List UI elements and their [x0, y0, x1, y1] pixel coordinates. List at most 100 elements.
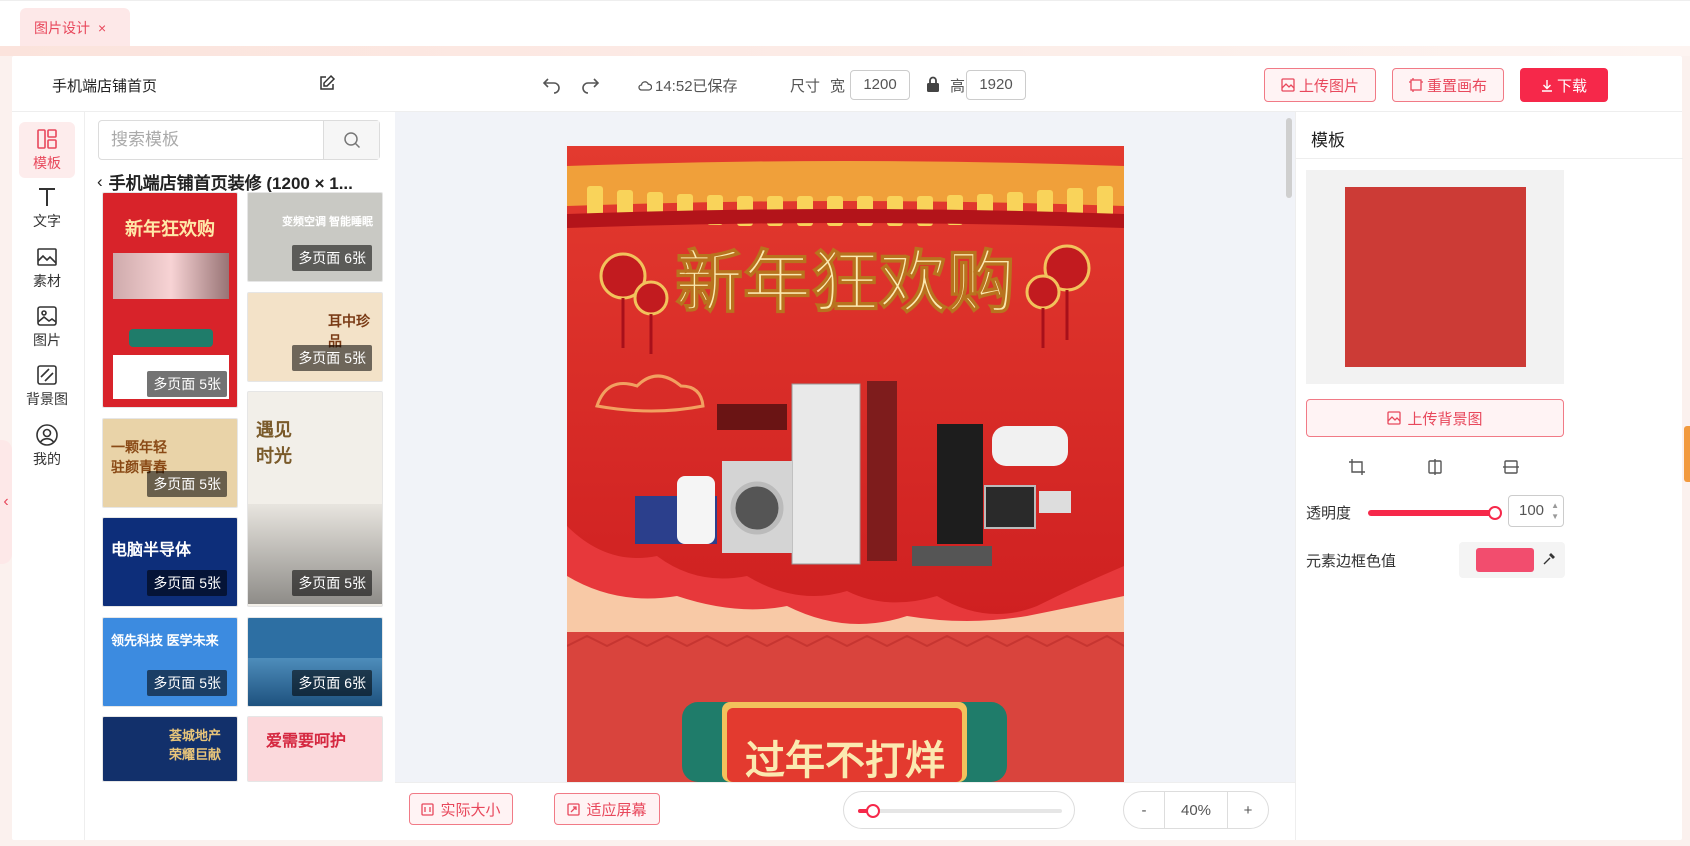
rail-item-background[interactable]: 背景图 [19, 358, 75, 414]
user-icon [36, 424, 58, 446]
template-icon [37, 129, 57, 149]
breadcrumb-label: 手机端店铺首页装修 (1200 × 1... [108, 174, 353, 193]
actual-size-button[interactable]: 实际大小 [409, 793, 513, 825]
template-title: 变频空调 智能睡眠 [282, 216, 374, 228]
flip-vertical-icon[interactable] [1502, 458, 1520, 476]
flip-horizontal-icon[interactable] [1426, 458, 1444, 476]
rail-label-text: 文字 [33, 213, 61, 229]
template-badge: 多页面 6张 [292, 670, 372, 696]
picture-icon [1387, 411, 1402, 425]
tab-close-icon[interactable]: × [98, 20, 106, 36]
redo-icon[interactable] [580, 74, 600, 94]
template-search [98, 120, 380, 160]
template-item[interactable]: 新年狂欢购 多页面 5张 [102, 192, 238, 408]
reset-canvas-button[interactable]: 重置画布 [1392, 68, 1504, 102]
template-badge: 多页面 5张 [147, 471, 227, 497]
artboard-bottom-text: 过年不打烊 [745, 738, 945, 782]
tab-label: 图片设计 [34, 19, 90, 36]
download-label: 下载 [1556, 77, 1587, 95]
template-item[interactable]: 遇见 时光 多页面 5张 [247, 391, 383, 607]
background-icon [37, 365, 57, 385]
template-item[interactable]: 领先科技 医学未来 多页面 5张 [102, 617, 238, 707]
template-badge: 多页面 6张 [292, 245, 372, 271]
template-badge: 多页面 5张 [292, 570, 372, 596]
height-input[interactable]: 1920 [966, 70, 1026, 100]
properties-panel: 模板 上传背景图 透明度 100 ▲ ▼ 元素边框色值 [1295, 112, 1683, 840]
rail-label-template: 模板 [33, 155, 61, 171]
reset-canvas-label: 重置画布 [1426, 77, 1487, 95]
fit-screen-label: 适应屏幕 [586, 801, 647, 819]
crop-icon[interactable] [1348, 458, 1366, 476]
zoom-out-button[interactable]: - [1124, 792, 1164, 828]
opacity-slider-track[interactable] [1368, 510, 1496, 516]
template-panel: ‹ 手机端店铺首页装修 (1200 × 1... 新年狂欢购 多页面 5张 一颗… [84, 112, 394, 840]
undo-icon[interactable] [542, 74, 562, 94]
template-badge: 多页面 5张 [147, 371, 227, 397]
zoom-in-button[interactable]: + [1228, 792, 1268, 828]
search-input[interactable] [99, 121, 343, 159]
template-item[interactable]: 一颗年轻 驻颜青春 多页面 5张 [102, 418, 238, 508]
opacity-input[interactable]: 100 ▲ ▼ [1508, 495, 1564, 527]
text-icon [39, 188, 55, 206]
picture-icon [1281, 78, 1295, 92]
download-button[interactable]: 下载 [1520, 68, 1608, 102]
bottom-bar: 实际大小 适应屏幕 - 40% + [395, 782, 1295, 840]
header-band [0, 46, 1690, 56]
template-item[interactable]: 变频空调 智能睡眠 多页面 6张 [247, 192, 383, 282]
actual-size-icon [421, 802, 435, 816]
cloud-icon [638, 80, 652, 91]
rail-item-material[interactable]: 素材 [19, 240, 75, 296]
eyedropper-icon[interactable] [1542, 552, 1556, 566]
reset-frame-icon [1408, 78, 1423, 92]
opacity-label: 透明度 [1306, 505, 1352, 522]
left-rail: 模板 文字 素材 图片 背景图 我的 ‹ [0, 112, 82, 840]
canvas-area[interactable]: 新年狂欢购 过年不打烊 [395, 112, 1295, 782]
border-color-swatch[interactable] [1476, 548, 1534, 572]
artboard[interactable]: 新年狂欢购 过年不打烊 [567, 146, 1124, 782]
rail-item-image[interactable]: 图片 [19, 299, 75, 355]
edge-feedback-tab[interactable] [1684, 426, 1690, 482]
template-title: 领先科技 医学未来 [111, 633, 219, 648]
fit-screen-button[interactable]: 适应屏幕 [554, 793, 660, 825]
background-preview-image [1345, 187, 1526, 367]
opacity-spinner-icon[interactable]: ▲ ▼ [1551, 500, 1559, 522]
template-item[interactable]: 荟城地产 荣耀巨献 [102, 716, 238, 782]
opacity-slider-knob[interactable] [1488, 506, 1502, 520]
panel-divider [1296, 158, 1683, 159]
template-title: 荟城地产 荣耀巨献 [169, 728, 222, 762]
edit-icon[interactable] [318, 74, 336, 92]
upload-background-button[interactable]: 上传背景图 [1306, 399, 1564, 437]
template-badge: 多页面 5张 [147, 670, 227, 696]
project-title: 手机端店铺首页 [52, 78, 158, 95]
template-item[interactable]: 爱需要呵护 [247, 716, 383, 782]
rail-item-text[interactable]: 文字 [19, 180, 75, 236]
template-item[interactable]: 耳中珍品 多页面 5张 [247, 292, 383, 382]
border-color-label: 元素边框色值 [1306, 553, 1397, 570]
zoom-slider-knob[interactable] [866, 804, 881, 818]
rail-label-background: 背景图 [26, 391, 68, 407]
upload-image-button[interactable]: 上传图片 [1264, 68, 1376, 102]
width-input[interactable]: 1200 [850, 70, 910, 100]
rail-item-mine[interactable]: 我的 [19, 418, 75, 474]
template-title: 遇见 时光 [256, 420, 292, 466]
opacity-value: 100 [1519, 502, 1545, 519]
editor-frame: 手机端店铺首页 14:52已保存 尺寸 宽 1200 高 1920 上传图片 重… [0, 56, 1683, 840]
breadcrumb[interactable]: ‹ 手机端店铺首页装修 (1200 × 1... [97, 169, 387, 194]
border-color-picker[interactable] [1459, 542, 1565, 578]
search-button[interactable] [323, 121, 379, 159]
template-item[interactable]: 多页面 6张 [247, 617, 383, 707]
rail-collapse-handle[interactable]: ‹ [0, 440, 12, 564]
canvas-scrollbar[interactable] [1286, 118, 1292, 198]
rail-item-template[interactable]: 模板 [19, 122, 75, 178]
zoom-slider-track[interactable] [858, 804, 1062, 818]
lock-icon[interactable] [926, 76, 940, 92]
ribbon-decoration [129, 329, 213, 347]
tab-image-design[interactable]: 图片设计 × [20, 8, 130, 47]
zoom-slider[interactable] [843, 791, 1075, 829]
artboard-headline: 新年狂欢购 [675, 244, 1015, 323]
template-item[interactable]: 电脑半导体 多页面 5张 [102, 517, 238, 607]
back-chevron-icon[interactable]: ‹ [97, 172, 103, 192]
actual-size-label: 实际大小 [440, 801, 501, 819]
editor-header: 手机端店铺首页 14:52已保存 尺寸 宽 1200 高 1920 上传图片 重… [12, 56, 1682, 112]
fit-screen-icon [567, 802, 581, 816]
